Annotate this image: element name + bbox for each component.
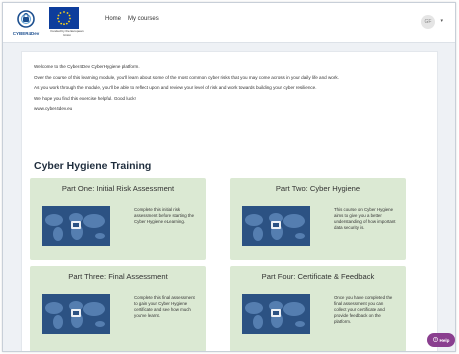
card-title: Part Four: Certificate & Feedback: [261, 272, 375, 281]
nav-my-courses-link[interactable]: My courses: [128, 16, 159, 22]
world-map-image: [42, 206, 110, 246]
card-title: Part Three: Final Assessment: [68, 272, 168, 281]
world-map-image: [42, 294, 110, 334]
course-card-part-one[interactable]: Part One: Initial Risk Assessment Comple…: [30, 178, 206, 260]
intro-paragraph: We hope you find this exercise helpful. …: [34, 95, 136, 101]
course-card-part-four[interactable]: Part Four: Certificate & Feedback Once y…: [230, 266, 406, 351]
logo-text: CYBER4Dev: [13, 31, 40, 36]
world-map-image: [242, 206, 310, 246]
course-card-part-two[interactable]: Part Two: Cyber Hygiene This course on C…: [230, 178, 406, 260]
eu-funding-caption: Funded by the European Union: [50, 29, 84, 37]
help-button[interactable]: ? Help: [427, 333, 455, 347]
intro-text: Welcome to the Cyber4Dev CyberHygiene pl…: [34, 64, 426, 117]
intro-paragraph: Over the course of this learning module,…: [34, 74, 339, 80]
card-title: Part One: Initial Risk Assessment: [61, 184, 175, 193]
top-navbar: CYBER4Dev Funded by the European Union H…: [3, 3, 455, 43]
nav-home-link[interactable]: Home: [105, 16, 121, 22]
card-description: Complete this initial risk assessment be…: [134, 207, 195, 224]
main-content: Welcome to the Cyber4Dev CyberHygiene pl…: [21, 51, 438, 351]
card-description: This course on Cyber Hygiene aims to giv…: [334, 207, 396, 230]
question-circle-icon: ?: [432, 337, 438, 343]
main-nav: Home My courses: [105, 16, 159, 22]
svg-text:?: ?: [434, 338, 436, 342]
help-label: Help: [439, 337, 450, 343]
user-avatar[interactable]: GF: [421, 15, 435, 29]
card-title: Part Two: Cyber Hygiene: [275, 184, 361, 193]
page-title: Cyber Hygiene Training: [34, 160, 152, 172]
card-description: Once you have completed the final assess…: [334, 295, 393, 324]
card-description: Complete this final assessment to gain y…: [134, 295, 195, 318]
intro-paragraph: As you work through the module, you'll b…: [34, 85, 317, 90]
intro-paragraph: Welcome to the Cyber4Dev CyberHygiene pl…: [34, 64, 140, 69]
world-map-image: [242, 294, 310, 334]
website-link[interactable]: www.cyber4dev.eu: [34, 106, 426, 112]
browser-frame: CYBER4Dev Funded by the European Union H…: [2, 2, 456, 352]
course-card-part-three[interactable]: Part Three: Final Assessment Complete th…: [30, 266, 206, 351]
chevron-down-icon[interactable]: ▾: [440, 18, 443, 24]
eu-flag-icon: [49, 7, 79, 29]
cyber4dev-logo[interactable]: CYBER4Dev: [7, 8, 45, 40]
